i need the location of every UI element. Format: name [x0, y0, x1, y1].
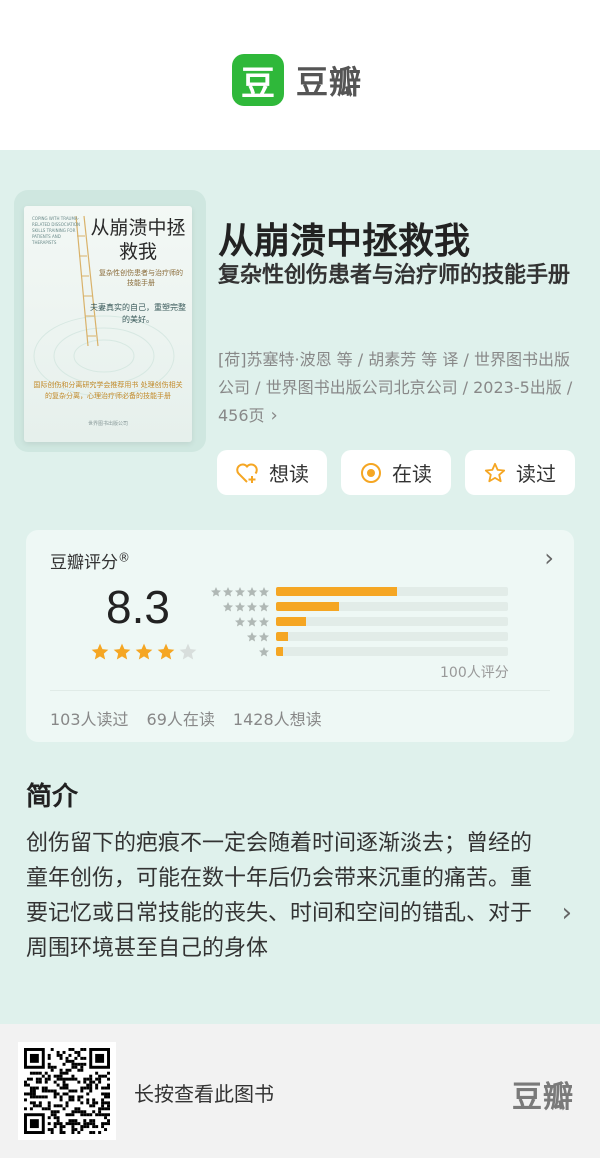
- book-meta[interactable]: [荷]苏塞特·波恩 等 / 胡素芳 等 译 / 世界图书出版公司 / 世界图书出…: [218, 346, 580, 430]
- star-small-icon: [235, 586, 245, 596]
- chevron-right-icon[interactable]: ›: [562, 898, 572, 928]
- star-small-icon: [247, 631, 257, 641]
- rating-bar-track: [276, 617, 508, 626]
- star-small-icon: [235, 601, 245, 611]
- rating-bar-stars: [210, 601, 270, 613]
- target-icon: [360, 462, 382, 484]
- cover-publisher: 世界图书出版公司: [87, 421, 128, 427]
- rating-bar-row: [210, 629, 508, 644]
- qr-code[interactable]: [18, 1042, 116, 1140]
- book-title: 从崩溃中拯救我: [218, 221, 471, 262]
- cover-tagline: 夫妻真实的自己，重塑完整的美好。: [90, 303, 186, 324]
- reading-count: 69人在读: [146, 710, 215, 729]
- chevron-right-icon: ›: [270, 405, 278, 426]
- rating-bar-fill: [276, 602, 339, 611]
- star-small-icon: [259, 601, 269, 611]
- rating-distribution: [210, 584, 508, 659]
- rating-heading-text: 豆瓣评分: [50, 553, 118, 573]
- share-footer: 长按查看此图书 豆瓣: [0, 1024, 600, 1158]
- rating-bar-track: [276, 587, 508, 596]
- rating-bar-row: [210, 599, 508, 614]
- star-small-icon: [247, 601, 257, 611]
- intro-title: 简介: [26, 782, 79, 812]
- star-small-icon: [259, 616, 269, 626]
- douban-logo-icon: 豆: [232, 54, 284, 106]
- star-filled-icon: [113, 643, 131, 660]
- app-header: 豆 豆瓣: [0, 0, 600, 150]
- rating-bar-fill: [276, 647, 283, 656]
- qr-code-image: [24, 1048, 110, 1134]
- reading-label: 在读: [392, 462, 432, 486]
- book-subtitle: 复杂性创伤患者与治疗师的技能手册: [218, 263, 571, 288]
- rating-stars: [90, 642, 198, 662]
- star-small-icon: [235, 616, 245, 626]
- star-small-icon: [223, 601, 233, 611]
- star-small-icon: [223, 586, 233, 596]
- divider: [50, 690, 550, 691]
- rating-bar-track: [276, 647, 508, 656]
- want-count: 1428人想读: [232, 710, 322, 729]
- rating-bar-fill: [276, 587, 397, 596]
- intro-text[interactable]: 创伤留下的疤痕不一定会随着时间逐渐淡去；曾经的童年创伤，可能在数十年后仍会带来沉…: [26, 826, 534, 966]
- star-small-icon: [247, 586, 257, 596]
- rating-score: 8.3: [106, 581, 170, 633]
- rating-bar-fill: [276, 617, 307, 626]
- douban-logo[interactable]: 豆 豆瓣: [232, 54, 362, 106]
- read-button[interactable]: 读过: [465, 450, 575, 495]
- read-count: 103人读过: [50, 710, 129, 729]
- star-empty-icon: [179, 643, 197, 660]
- star-small-icon: [247, 616, 257, 626]
- want-to-read-button[interactable]: 想读: [217, 450, 327, 495]
- cover-subtitle: 复杂性创伤患者与治疗师的技能手册: [99, 269, 183, 287]
- star-outline-icon: [484, 462, 506, 484]
- rating-bar-row: [210, 584, 508, 599]
- reading-button[interactable]: 在读: [341, 450, 451, 495]
- heart-plus-icon: [235, 462, 259, 484]
- star-filled-icon: [157, 643, 175, 660]
- rating-bar-stars: [210, 631, 270, 643]
- book-cover[interactable]: COPING WITH TRAUMA-RELATED DISSOCIATION …: [24, 206, 192, 442]
- rating-bar-track: [276, 632, 508, 641]
- star-filled-icon: [91, 643, 109, 660]
- douban-footer-logo: 豆瓣: [512, 1080, 574, 1115]
- reader-stats: 103人读过 69人在读 1428人想读: [50, 706, 322, 730]
- cover-english-title: COPING WITH TRAUMA-RELATED DISSOCIATION …: [32, 216, 81, 245]
- chevron-right-icon[interactable]: ›: [544, 544, 554, 572]
- rating-heading: 豆瓣评分®: [50, 548, 130, 573]
- want-to-read-label: 想读: [269, 462, 309, 486]
- rating-bar-row: [210, 644, 508, 659]
- registered-mark: ®: [118, 550, 130, 565]
- rating-bar-stars: [210, 586, 270, 598]
- rating-bar-track: [276, 602, 508, 611]
- rating-card[interactable]: 豆瓣评分® › 8.3 100人评分 103人读过 69人在读 1428人想读: [26, 530, 574, 742]
- rating-bar-fill: [276, 632, 288, 641]
- reading-actions: 想读 在读 读过: [217, 450, 575, 495]
- long-press-hint: 长按查看此图书: [134, 1082, 274, 1106]
- read-label: 读过: [516, 462, 556, 486]
- star-small-icon: [259, 586, 269, 596]
- rating-bar-stars: [210, 646, 270, 658]
- star-small-icon: [211, 586, 221, 596]
- rating-bar-stars: [210, 616, 270, 628]
- star-small-icon: [259, 631, 269, 641]
- book-detail-section: COPING WITH TRAUMA-RELATED DISSOCIATION …: [0, 150, 600, 1024]
- cover-recommendation: 国际创伤和分离研究学会推荐用书 处理创伤相关的复杂分离，心理治疗师必备的技能手册: [33, 381, 183, 400]
- star-small-icon: [259, 646, 269, 656]
- star-filled-icon: [135, 643, 153, 660]
- rating-count: 100人评分: [440, 665, 509, 681]
- cover-title: 从崩溃中拯救我: [90, 217, 186, 263]
- rating-bar-row: [210, 614, 508, 629]
- douban-logo-text: 豆瓣: [296, 63, 363, 101]
